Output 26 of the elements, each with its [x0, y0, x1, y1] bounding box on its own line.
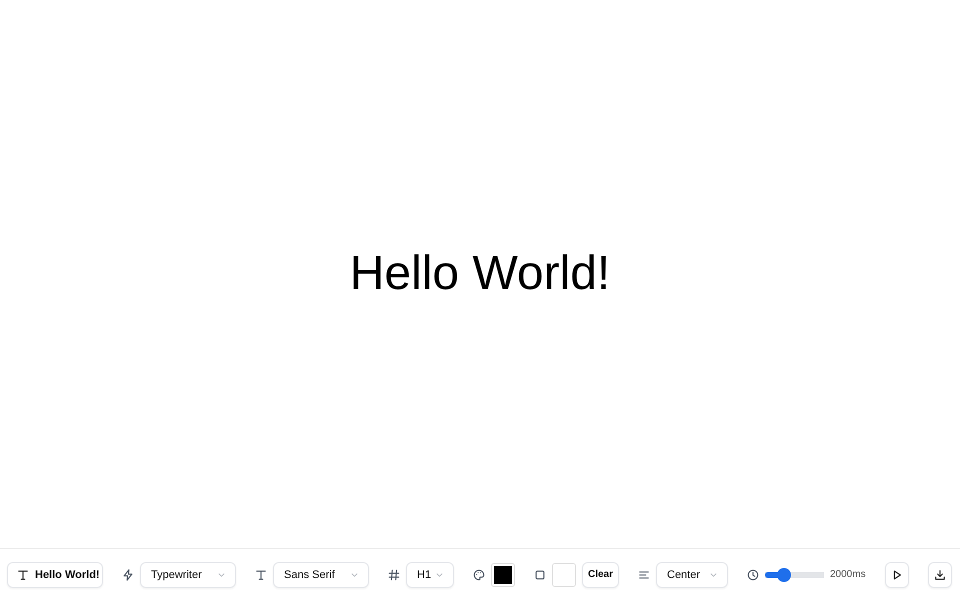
text-icon — [17, 568, 29, 580]
text-color-swatch[interactable] — [491, 562, 515, 586]
animation-select[interactable]: Typewriter — [140, 562, 236, 588]
clock-icon — [747, 568, 759, 580]
chevron-down-icon — [436, 572, 443, 576]
play-button[interactable] — [884, 562, 909, 588]
lightning-icon — [122, 568, 134, 580]
chevron-down-icon — [351, 572, 358, 576]
clear-button[interactable]: Clear — [582, 562, 619, 588]
download-button[interactable] — [928, 562, 952, 588]
hash-icon — [388, 568, 400, 580]
background-color-swatch[interactable] — [552, 562, 576, 586]
chevron-down-icon — [218, 572, 225, 576]
chevron-down-icon — [710, 572, 717, 576]
canvas-text: Hello World! — [350, 246, 610, 302]
text-button[interactable]: Hello World! — [7, 562, 103, 588]
heading-select[interactable]: H1 — [406, 562, 454, 588]
alignment-select[interactable]: Center — [656, 562, 728, 588]
align-left-icon — [638, 568, 650, 580]
square-icon — [534, 568, 546, 580]
download-icon — [934, 568, 946, 580]
duration-value: 2000ms — [830, 569, 866, 580]
slider-thumb[interactable] — [777, 568, 792, 582]
font-select[interactable]: Sans Serif — [273, 562, 369, 588]
palette-icon — [473, 568, 485, 580]
text-icon — [255, 568, 267, 580]
